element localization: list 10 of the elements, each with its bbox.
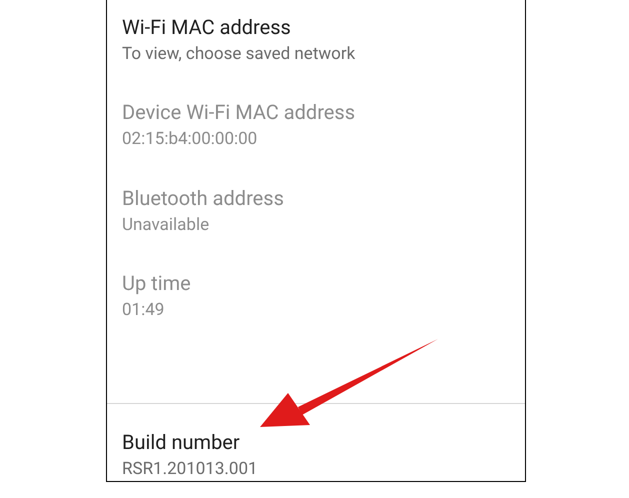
setting-title: Bluetooth address bbox=[122, 184, 284, 211]
setting-summary: Unavailable bbox=[122, 214, 210, 237]
setting-summary: RSR1.201013.001 bbox=[122, 458, 258, 481]
setting-summary: 02:15:b4:00:00:00 bbox=[122, 128, 258, 152]
setting-title: Device Wi-Fi MAC address bbox=[122, 99, 356, 126]
setting-title: Build number bbox=[122, 428, 240, 455]
setting-title: Up time bbox=[122, 270, 191, 296]
setting-summary: 01:49 bbox=[122, 298, 164, 322]
setting-summary: To view, choose saved network bbox=[122, 43, 356, 66]
setting-title: Wi-Fi MAC address bbox=[122, 14, 291, 40]
